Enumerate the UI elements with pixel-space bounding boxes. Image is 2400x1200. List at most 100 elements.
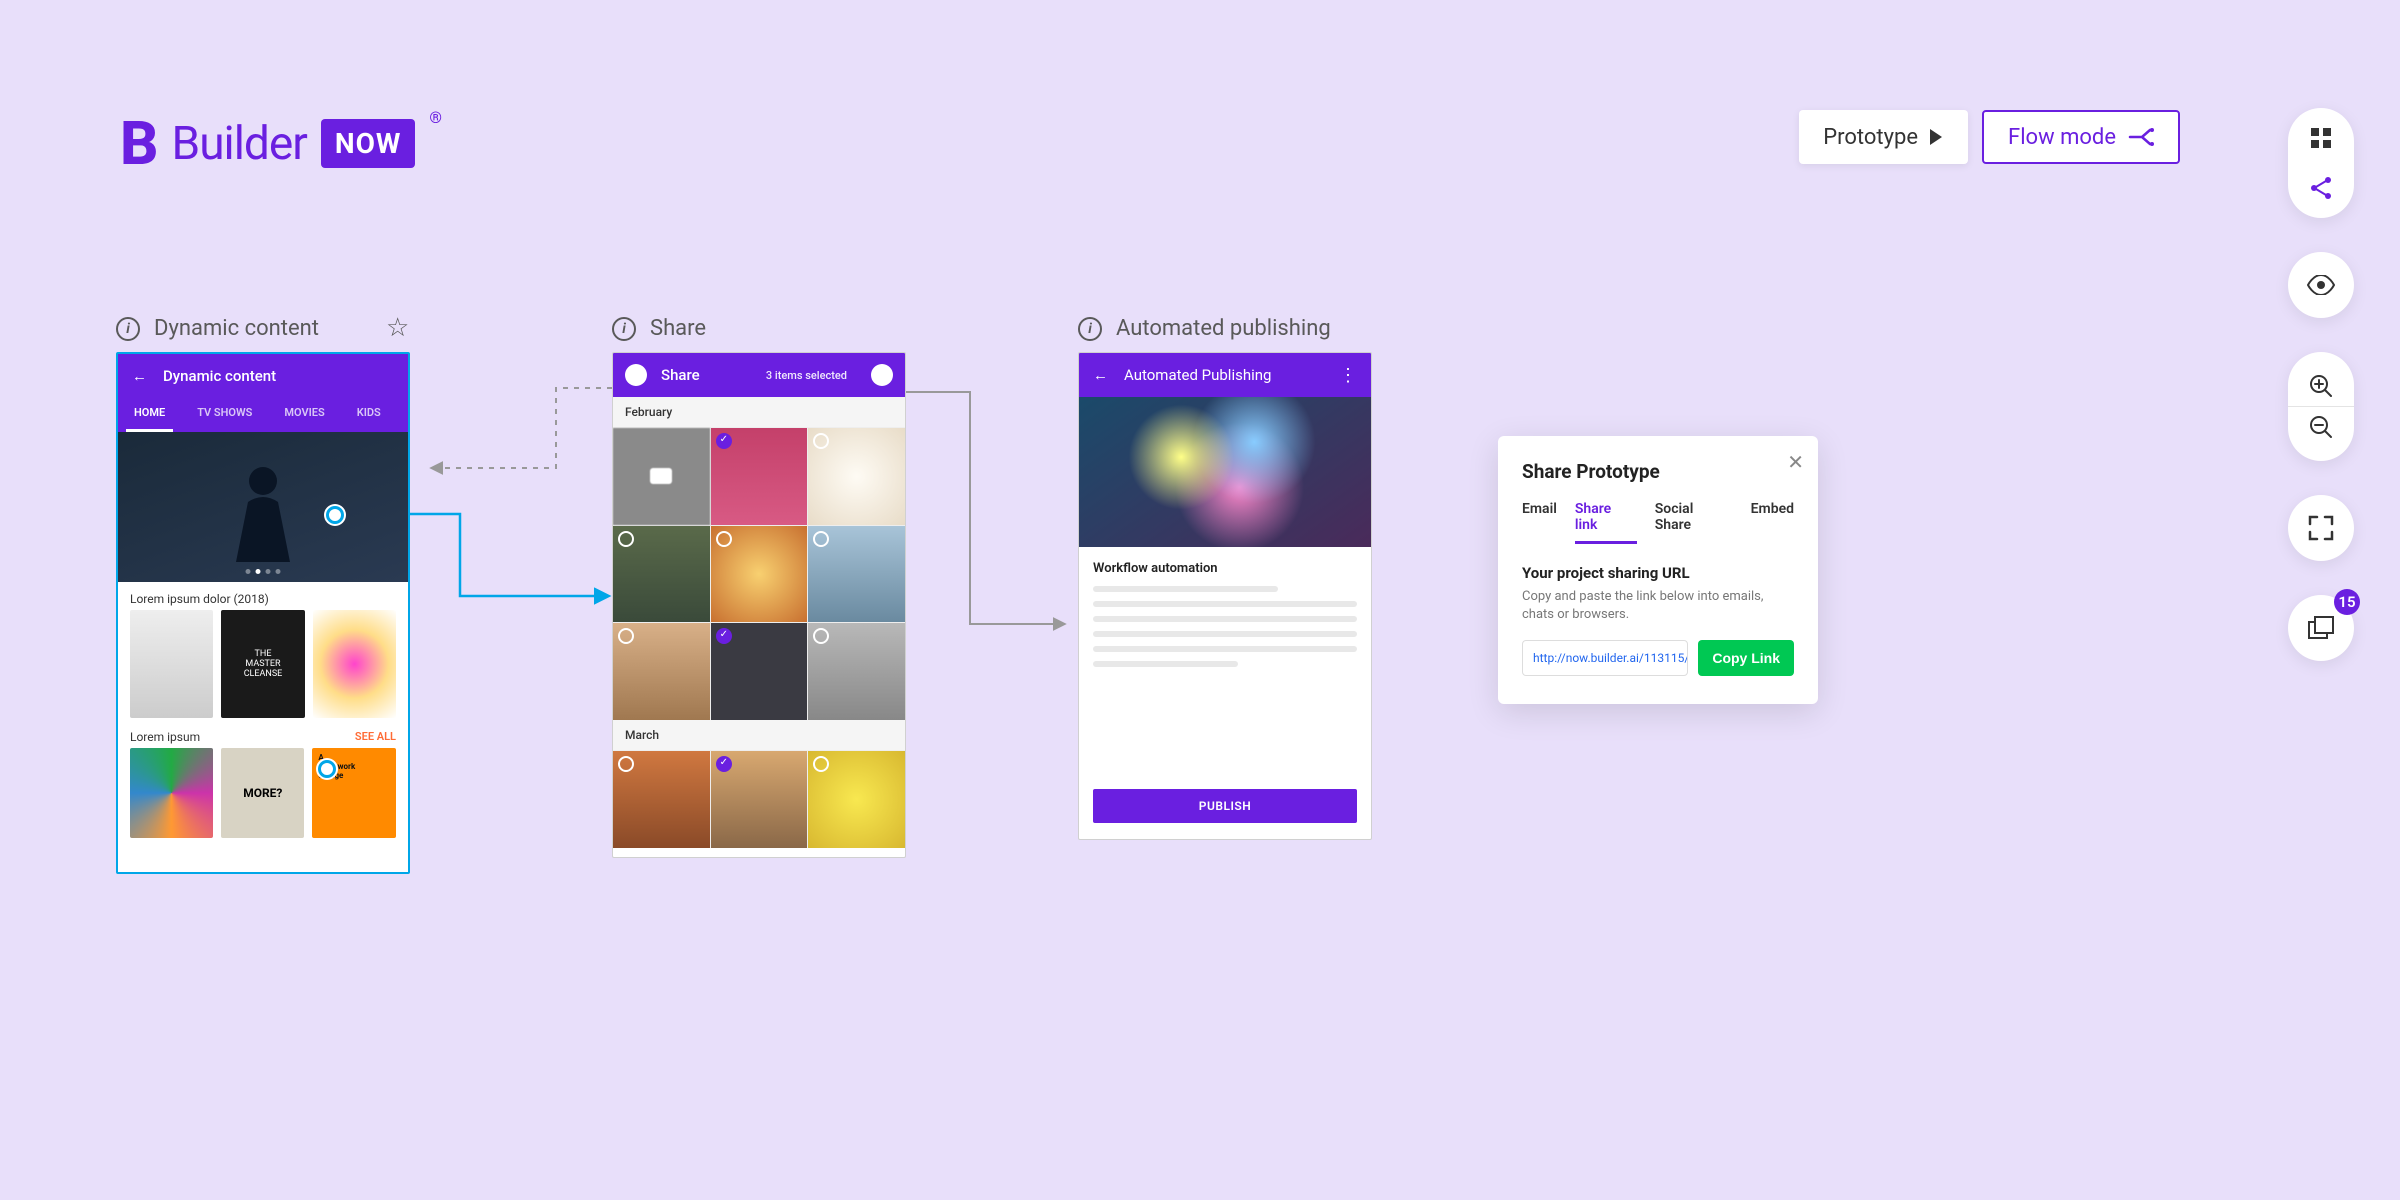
logo: B Builder NOW ® (120, 108, 442, 179)
screen-title-share: Share (650, 316, 706, 341)
photo-cell[interactable] (711, 526, 808, 623)
pages-button[interactable]: 15 (2288, 595, 2354, 661)
logo-text: Builder (172, 117, 307, 171)
pages-count-badge: 15 (2334, 589, 2360, 615)
flow-branch-icon (2128, 127, 2154, 147)
tab-movies[interactable]: MOVIES (268, 398, 340, 432)
poster-thumb[interactable]: MORE? (221, 748, 304, 838)
hero-silhouette (218, 452, 308, 562)
poster-thumb[interactable] (313, 610, 396, 718)
auto-section-title: Workflow automation (1079, 547, 1371, 586)
pages-icon (2307, 616, 2335, 640)
zoom-in-icon (2309, 374, 2333, 398)
share-panel-tabs: Email Share link Social Share Embed (1522, 501, 1794, 544)
photo-cell[interactable] (711, 428, 808, 525)
screen-automated-publishing[interactable]: ← Automated Publishing ⋮ Workflow automa… (1078, 352, 1372, 840)
poster-thumb[interactable]: THEMASTERCLEANSE (221, 610, 305, 718)
prototype-mode-button[interactable]: Prototype (1799, 110, 1968, 164)
month-header: February (613, 397, 905, 428)
flow-hotspot[interactable] (326, 506, 344, 524)
prototype-mode-label: Prototype (1823, 125, 1918, 150)
fit-screen-button[interactable] (2288, 495, 2354, 561)
play-icon (1930, 129, 1944, 145)
info-icon[interactable]: i (116, 317, 140, 341)
flow-mode-label: Flow mode (2008, 125, 2116, 150)
rail-view-group (2288, 108, 2354, 218)
photo-grid (613, 428, 905, 720)
screen-label-auto: i Automated publishing (1078, 316, 1331, 341)
logo-mark: B (120, 108, 158, 179)
back-arrow-icon[interactable]: ← (1093, 366, 1108, 384)
photo-cell[interactable] (808, 526, 905, 623)
screen-dynamic-content[interactable]: ← Dynamic content HOME TV SHOWS MOVIES K… (116, 352, 410, 874)
photo-grid (613, 751, 905, 848)
share-panel-title: Share Prototype (1522, 460, 1794, 483)
poster-thumb[interactable] (130, 748, 213, 838)
star-icon[interactable]: ☆ (386, 313, 409, 343)
more-icon[interactable]: ⋮ (1339, 365, 1357, 386)
photo-cell[interactable] (808, 623, 905, 720)
mode-switcher: Prototype Flow mode (1799, 110, 2180, 164)
screen-label-dynamic: i Dynamic content (116, 316, 319, 341)
photo-cell[interactable] (711, 623, 808, 720)
hero-image[interactable] (118, 432, 408, 582)
screen-share[interactable]: Share 3 items selected February March (612, 352, 906, 858)
back-arrow-icon[interactable]: ← (132, 367, 147, 385)
dynamic-tabs: HOME TV SHOWS MOVIES KIDS (118, 398, 408, 432)
auto-header-title: Automated Publishing (1124, 366, 1271, 384)
row-caption: Lorem ipsum (130, 730, 200, 744)
action-circle[interactable] (871, 364, 893, 386)
dynamic-header-title: Dynamic content (163, 367, 276, 385)
hero-caption: Lorem ipsum dolor (2018) (118, 582, 408, 610)
photo-cell[interactable] (613, 428, 710, 525)
text-placeholder (1079, 586, 1371, 667)
tab-sharelink[interactable]: Share link (1575, 501, 1637, 543)
tab-kids[interactable]: KIDS (341, 398, 397, 432)
preview-button[interactable] (2288, 252, 2354, 318)
info-icon[interactable]: i (612, 317, 636, 341)
share-prototype-panel: ✕ Share Prototype Email Share link Socia… (1498, 436, 1818, 704)
share-header-title: Share (661, 366, 700, 384)
flow-hotspot[interactable] (318, 760, 336, 778)
share-url-field[interactable]: http://now.builder.ai/113115/ (1522, 640, 1688, 676)
tab-embed[interactable]: Embed (1751, 501, 1794, 543)
video-icon (650, 468, 672, 484)
share-header: Share 3 items selected (613, 353, 905, 397)
photo-cell[interactable] (808, 751, 905, 848)
right-rail: 15 (2288, 108, 2354, 661)
rail-zoom-group (2288, 352, 2354, 461)
fit-screen-icon (2308, 515, 2334, 541)
info-icon[interactable]: i (1078, 317, 1102, 341)
logo-registered: ® (429, 108, 442, 127)
copy-link-button[interactable]: Copy Link (1698, 640, 1794, 676)
photo-cell[interactable] (711, 751, 808, 848)
photo-cell[interactable] (808, 428, 905, 525)
share-url-desc: Copy and paste the link below into email… (1522, 588, 1794, 624)
selection-count: 3 items selected (766, 369, 847, 382)
see-all-link[interactable]: SEE ALL (355, 730, 396, 744)
photo-cell[interactable] (613, 623, 710, 720)
zoom-out-button[interactable] (2307, 407, 2335, 447)
screen-title-auto: Automated publishing (1116, 316, 1331, 341)
tab-tvshows[interactable]: TV SHOWS (181, 398, 268, 432)
tab-social[interactable]: Social Share (1655, 501, 1733, 543)
tab-home[interactable]: HOME (118, 398, 181, 432)
dynamic-header: ← Dynamic content (118, 354, 408, 398)
zoom-in-button[interactable] (2307, 366, 2335, 406)
avatar-circle[interactable] (625, 364, 647, 386)
poster-thumb[interactable] (130, 610, 213, 718)
month-header: March (613, 720, 905, 751)
screen-label-share: i Share (612, 316, 706, 341)
logo-badge: NOW (321, 119, 416, 168)
tab-email[interactable]: Email (1522, 501, 1557, 543)
close-icon[interactable]: ✕ (1787, 450, 1804, 474)
flow-mode-button[interactable]: Flow mode (1982, 110, 2180, 164)
share-icon[interactable] (2307, 174, 2335, 202)
share-url-heading: Your project sharing URL (1522, 564, 1794, 582)
publish-button[interactable]: PUBLISH (1093, 789, 1357, 823)
photo-cell[interactable] (613, 526, 710, 623)
photo-cell[interactable] (613, 751, 710, 848)
auto-header: ← Automated Publishing ⋮ (1079, 353, 1371, 397)
auto-hero-image (1079, 397, 1371, 547)
grid-icon[interactable] (2307, 124, 2335, 152)
